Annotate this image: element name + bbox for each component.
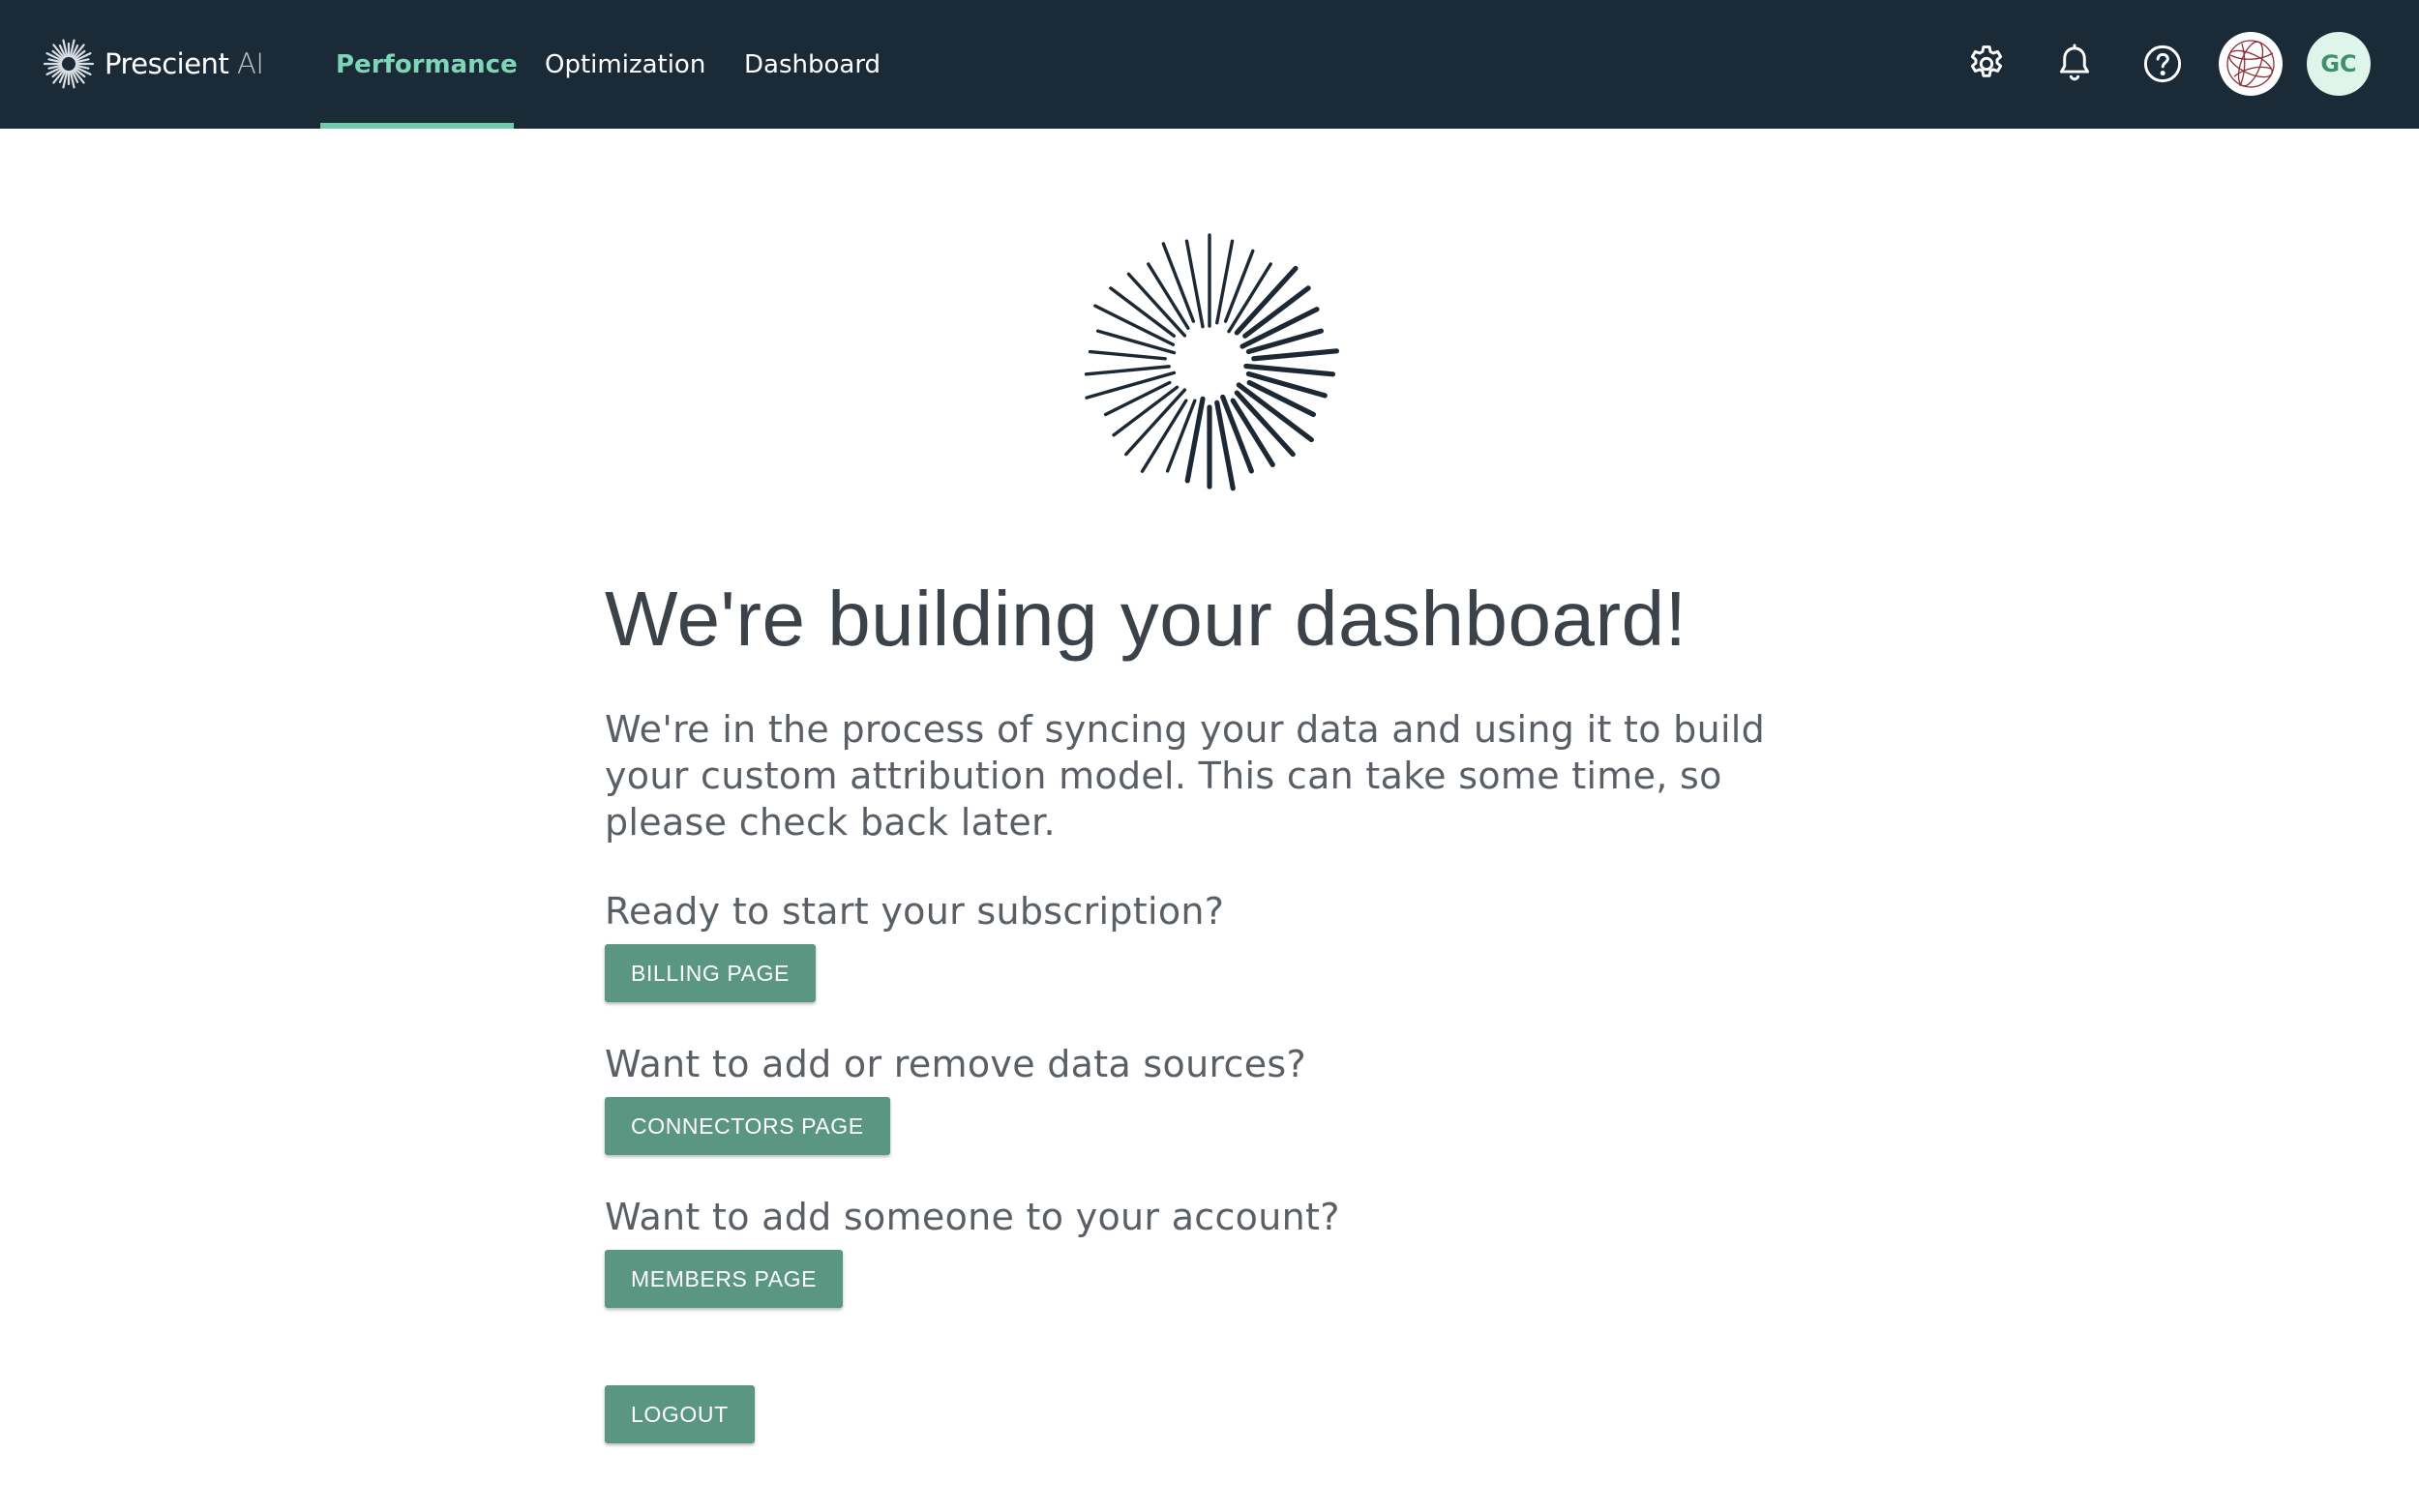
bell-icon bbox=[2059, 44, 2090, 81]
brand-logo[interactable]: Prescient AI bbox=[43, 37, 264, 91]
prescient-logo-icon bbox=[43, 39, 95, 89]
members-prompt: Want to add someone to your account? bbox=[605, 1196, 1340, 1238]
globe-avatar-icon bbox=[2226, 40, 2275, 88]
user-avatar[interactable]: GC bbox=[2307, 32, 2371, 96]
brand-name-primary: Prescient bbox=[105, 47, 229, 80]
top-navigation-bar: Prescient AI Performance Optimization Da… bbox=[0, 0, 2419, 129]
members-section: Want to add someone to your account? Mem… bbox=[605, 1194, 1863, 1308]
gear-icon bbox=[1970, 45, 2003, 77]
active-tab-indicator bbox=[320, 123, 514, 129]
main-content: We're building your dashboard! We're in … bbox=[605, 571, 1863, 1443]
tab-dashboard[interactable]: Dashboard bbox=[744, 0, 881, 129]
brand-name: Prescient AI bbox=[105, 47, 264, 80]
connectors-page-button[interactable]: Connectors Page bbox=[605, 1097, 890, 1155]
settings-button[interactable] bbox=[1965, 43, 2008, 85]
tab-performance[interactable]: Performance bbox=[336, 0, 518, 129]
connectors-prompt: Want to add or remove data sources? bbox=[605, 1043, 1306, 1085]
page-title: We're building your dashboard! bbox=[605, 576, 1687, 662]
loading-spinner bbox=[1079, 232, 1340, 493]
tab-optimization[interactable]: Optimization bbox=[545, 0, 705, 129]
workspace-avatar[interactable] bbox=[2219, 32, 2283, 96]
billing-prompt: Ready to start your subscription? bbox=[605, 890, 1225, 933]
logout-button[interactable]: Logout bbox=[605, 1385, 755, 1443]
spinner-ray bbox=[1095, 329, 1177, 355]
logout-section: Logout bbox=[605, 1385, 1863, 1443]
spinner-ray bbox=[1245, 328, 1325, 355]
brand-name-suffix: AI bbox=[237, 47, 264, 80]
connectors-section: Want to add or remove data sources? Conn… bbox=[605, 1041, 1863, 1155]
spinner-ray bbox=[1251, 348, 1340, 362]
spinner-ray bbox=[1243, 363, 1336, 377]
spinner-ray bbox=[1088, 349, 1167, 361]
help-circle-icon bbox=[2143, 44, 2182, 83]
help-button[interactable] bbox=[2141, 43, 2184, 85]
billing-page-button[interactable]: Billing Page bbox=[605, 944, 816, 1002]
billing-section: Ready to start your subscription? Billin… bbox=[605, 888, 1863, 1002]
spinner-ray bbox=[1084, 365, 1171, 376]
page-description: We're in the process of syncing your dat… bbox=[605, 708, 1766, 844]
spinner-ray bbox=[1245, 371, 1328, 399]
sunburst-loading-icon bbox=[1084, 233, 1340, 491]
notifications-button[interactable] bbox=[2053, 43, 2096, 85]
members-page-button[interactable]: Members Page bbox=[605, 1250, 844, 1308]
